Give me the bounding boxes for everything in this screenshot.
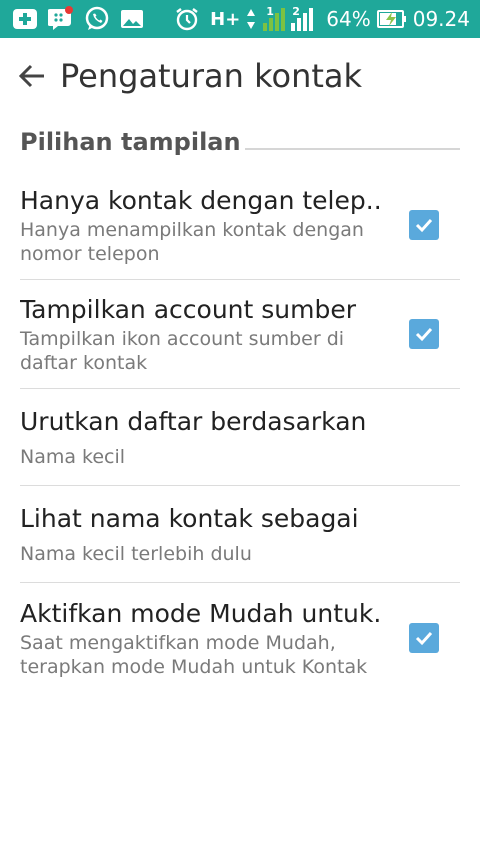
section-title: Pilihan tampilan <box>20 128 241 156</box>
pref-title: Tampilkan account sumber <box>20 295 357 324</box>
pref-summary: Saat mengaktifkan mode Mudah, terapkan m… <box>20 632 368 678</box>
bbm-icon <box>48 6 74 32</box>
preference-list: Hanya kontak dengan telep.. Hanya menamp… <box>0 170 480 693</box>
check-icon <box>415 631 433 646</box>
pref-item-easy-mode[interactable]: Aktifkan mode Mudah untuk.. Saat mengakt… <box>20 583 460 693</box>
battery-percent: 64% <box>326 7 371 31</box>
pref-item-account-source[interactable]: Tampilkan account sumber Tampilkan ikon … <box>20 280 460 389</box>
whatsapp-icon <box>84 6 110 32</box>
data-arrows-icon <box>246 7 256 31</box>
app-bar: Pengaturan kontak <box>0 38 480 114</box>
pref-title: Aktifkan mode Mudah untuk.. <box>20 599 379 628</box>
clock: 09.24 <box>412 7 470 31</box>
pref-summary: Nama kecil terlebih dulu <box>20 543 252 565</box>
pref-item-view-name-as[interactable]: Lihat nama kontak sebagai Nama kecil ter… <box>20 486 460 583</box>
image-icon <box>120 8 144 30</box>
section-header: Pilihan tampilan <box>20 124 460 160</box>
battery-charging-icon <box>376 9 407 29</box>
check-icon <box>415 327 433 342</box>
checkbox-account-source[interactable] <box>409 319 439 349</box>
pref-summary: Hanya menampilkan kontak dengan nomor te… <box>20 218 364 265</box>
pref-title: Hanya kontak dengan telep.. <box>20 185 379 215</box>
pref-title: Urutkan daftar berdasarkan <box>20 407 367 436</box>
sim2-label: 2 <box>292 5 300 18</box>
checkbox-easy-mode[interactable] <box>409 623 439 653</box>
arrow-left-icon <box>18 64 44 88</box>
page-title: Pengaturan kontak <box>60 57 363 95</box>
pref-item-sort-by[interactable]: Urutkan daftar berdasarkan Nama kecil <box>20 389 460 486</box>
alarm-icon <box>174 6 200 32</box>
signal-icon: 1 2 <box>262 5 316 33</box>
pref-title: Lihat nama kontak sebagai <box>20 504 359 533</box>
network-type-label: H+ <box>210 8 241 30</box>
section-divider <box>244 148 460 150</box>
back-button[interactable] <box>2 38 62 114</box>
checkbox-phone-only[interactable] <box>409 209 439 240</box>
check-icon <box>415 218 433 232</box>
sim1-label: 1 <box>266 5 274 18</box>
plus-app-icon <box>12 7 38 31</box>
pref-summary: Nama kecil <box>20 446 126 468</box>
status-bar: H+ 1 2 64% 09.24 <box>0 0 480 38</box>
pref-item-phone-only[interactable]: Hanya kontak dengan telep.. Hanya menamp… <box>20 170 460 280</box>
pref-summary: Tampilkan ikon account sumber di daftar … <box>20 328 345 374</box>
